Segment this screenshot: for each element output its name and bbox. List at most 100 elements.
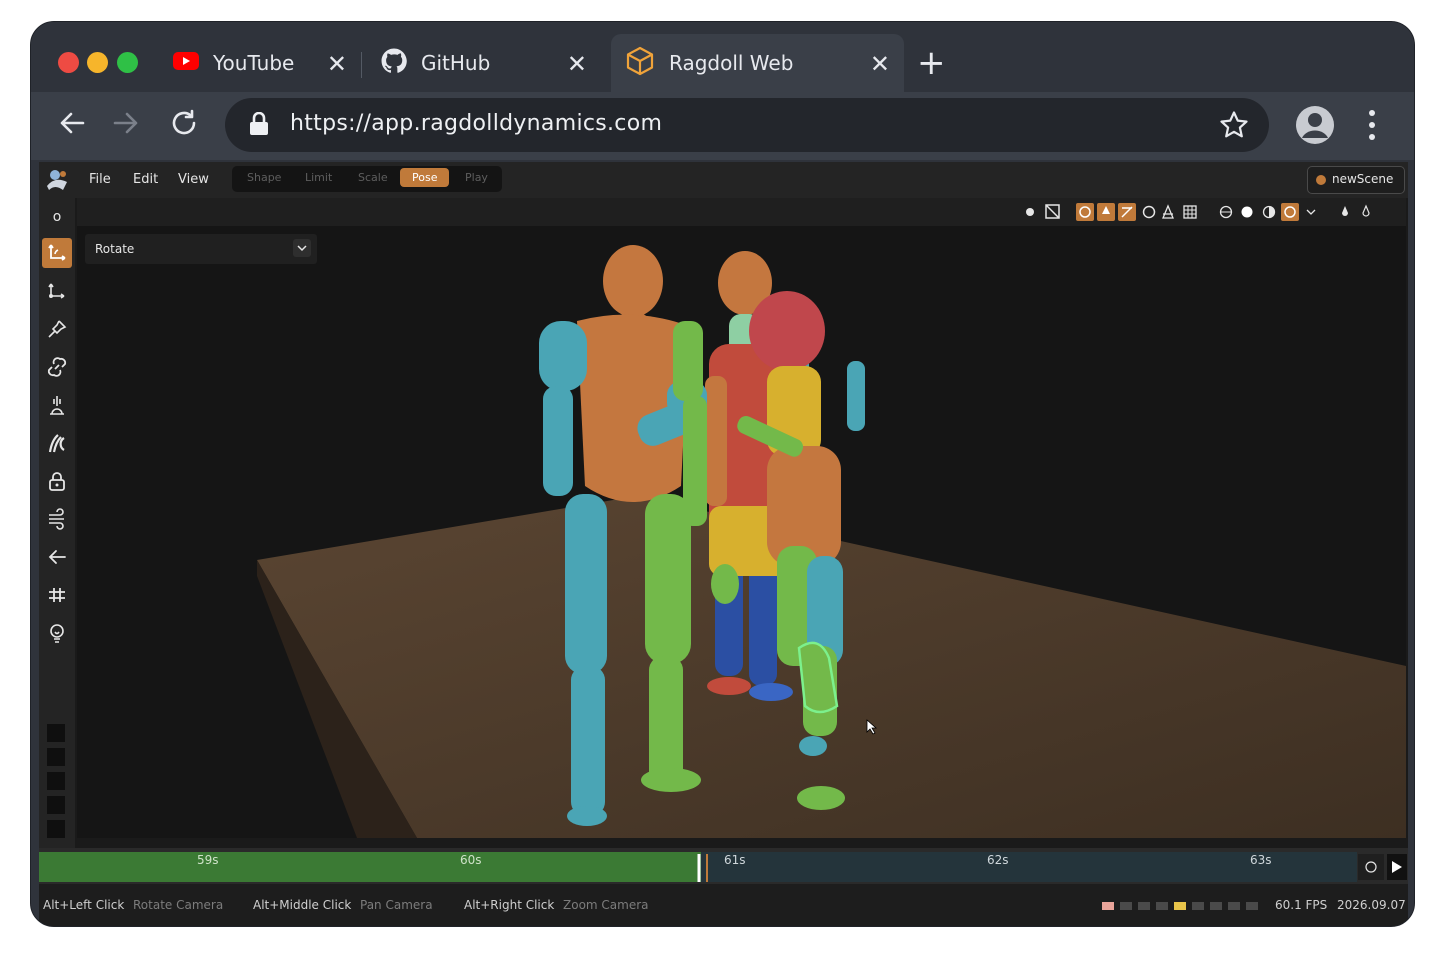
cube-icon	[625, 46, 655, 81]
chevron-down-icon	[293, 239, 311, 257]
hint-key: Alt+Left Click	[43, 898, 125, 912]
tab-youtube[interactable]: YouTube ✕	[161, 34, 361, 92]
fps-readout: 60.1 FPS	[1275, 898, 1328, 912]
pin-tool[interactable]	[42, 314, 72, 344]
tab-github[interactable]: GitHub ✕	[371, 34, 601, 92]
ground-icon	[50, 396, 64, 415]
scene-dot-icon	[1316, 175, 1326, 185]
menu-edit[interactable]: Edit	[133, 172, 158, 187]
scene-render[interactable]	[77, 226, 1406, 838]
star-icon[interactable]	[1219, 110, 1249, 144]
github-icon	[381, 48, 407, 79]
link-tool[interactable]	[42, 352, 72, 382]
timeline-history-button	[1358, 854, 1384, 880]
viewport-toolbar	[77, 198, 1406, 226]
floor-icon	[1162, 204, 1174, 219]
wind-tool[interactable]	[42, 504, 72, 534]
lock-icon	[49, 472, 65, 491]
mode-scale[interactable]: Scale	[358, 171, 388, 184]
circle-icon: o	[52, 209, 62, 225]
close-icon[interactable]: ✕	[567, 50, 587, 78]
close-icon[interactable]: ✕	[327, 50, 347, 78]
dynamics-tool[interactable]	[42, 428, 72, 458]
profile-avatar[interactable]	[1295, 105, 1335, 149]
hint-key: Alt+Right Click	[464, 898, 555, 912]
link-icon	[47, 357, 67, 377]
select-tool[interactable]: o	[42, 202, 72, 232]
scene-button[interactable]: newScene	[1307, 166, 1405, 194]
chevron-down-icon	[1306, 209, 1316, 215]
mode-pose[interactable]: Pose	[400, 168, 450, 187]
joint-icon	[1076, 203, 1094, 221]
move-gizmo-icon	[48, 283, 65, 299]
scene-name: newScene	[1332, 172, 1394, 186]
tab-label: YouTube	[213, 51, 295, 75]
back-tool[interactable]	[42, 542, 72, 572]
material-icon	[1281, 203, 1299, 221]
viewport-icons[interactable]	[1018, 202, 1398, 222]
maximize-window-button[interactable]	[117, 52, 138, 73]
menu-view[interactable]: View	[178, 172, 209, 187]
arrow-left-icon	[60, 112, 85, 134]
mode-play[interactable]: Play	[465, 171, 488, 184]
reload-button[interactable]	[169, 108, 199, 145]
app-menubar: File Edit View Shape Limit Scale Pose Pl…	[39, 162, 1408, 198]
slot-square[interactable]	[47, 820, 65, 838]
address-bar[interactable]: https://app.ragdolldynamics.com	[225, 98, 1269, 152]
mode-limit[interactable]: Limit	[305, 171, 332, 184]
slot-square[interactable]	[47, 796, 65, 814]
left-toolbar: o	[39, 198, 75, 848]
tab-ragdoll-web[interactable]: Ragdoll Web ✕	[611, 34, 904, 92]
rotate-tool[interactable]	[42, 238, 72, 268]
close-window-button[interactable]	[58, 52, 79, 73]
timeline-label: 59s	[197, 853, 219, 867]
wind-icon	[49, 508, 64, 530]
sphere-icon	[1142, 205, 1156, 219]
grid-tool[interactable]	[42, 580, 72, 610]
youtube-icon	[173, 51, 199, 76]
slot-square[interactable]	[47, 748, 65, 766]
menu-file[interactable]: File	[89, 172, 111, 187]
tab-label: Ragdoll Web	[669, 51, 794, 75]
mode-shape[interactable]: Shape	[247, 171, 281, 184]
menu-kebab-icon[interactable]	[1367, 109, 1377, 147]
performance-meter	[1102, 902, 1258, 910]
hint-action: Pan Camera	[360, 898, 433, 912]
hint-action: Rotate Camera	[133, 898, 224, 912]
3d-viewport[interactable]: Rotate	[77, 198, 1406, 838]
minimize-window-button[interactable]	[87, 52, 108, 73]
timeline-played-range	[39, 852, 701, 882]
slot-square[interactable]	[47, 724, 65, 742]
pin-icon	[48, 320, 67, 338]
tips-tool[interactable]	[42, 618, 72, 648]
translate-tool[interactable]	[42, 276, 72, 306]
url-text: https://app.ragdolldynamics.com	[290, 111, 663, 136]
tab-bar: YouTube ✕ GitHub ✕ Ragdoll Web ✕ +	[31, 22, 1414, 92]
timeline[interactable]: 59s 60s 61s 62s 63s	[39, 848, 1408, 884]
solid-shading-icon	[1241, 206, 1253, 218]
mode-switcher: Shape Limit Scale Pose Play	[232, 166, 502, 192]
light-icon	[1026, 208, 1034, 216]
back-button[interactable]	[57, 108, 87, 145]
version-text: 2026.09.07	[1337, 898, 1406, 912]
address-toolbar: https://app.ragdolldynamics.com	[31, 92, 1414, 160]
close-icon[interactable]: ✕	[870, 50, 890, 78]
tab-divider	[361, 52, 362, 78]
ground-tool[interactable]	[42, 390, 72, 420]
ragdoll-app: File Edit View Shape Limit Scale Pose Pl…	[39, 162, 1408, 926]
wave-icon	[48, 434, 65, 453]
dropdown-value: Rotate	[95, 242, 135, 256]
ragdoll-logo-icon	[43, 166, 71, 198]
timeline-label: 63s	[1250, 853, 1272, 867]
forward-button[interactable]	[111, 108, 141, 145]
rotate-gizmo-icon	[48, 244, 66, 261]
tab-label: GitHub	[421, 51, 491, 75]
hint-key: Alt+Middle Click	[253, 898, 352, 912]
new-tab-button[interactable]: +	[917, 46, 946, 80]
drop-outline-icon	[1362, 204, 1370, 217]
slot-square[interactable]	[47, 772, 65, 790]
lock-tool[interactable]	[42, 466, 72, 496]
hint-action: Zoom Camera	[563, 898, 649, 912]
lightbulb-icon	[50, 624, 64, 643]
manipulator-dropdown[interactable]: Rotate	[85, 234, 317, 264]
